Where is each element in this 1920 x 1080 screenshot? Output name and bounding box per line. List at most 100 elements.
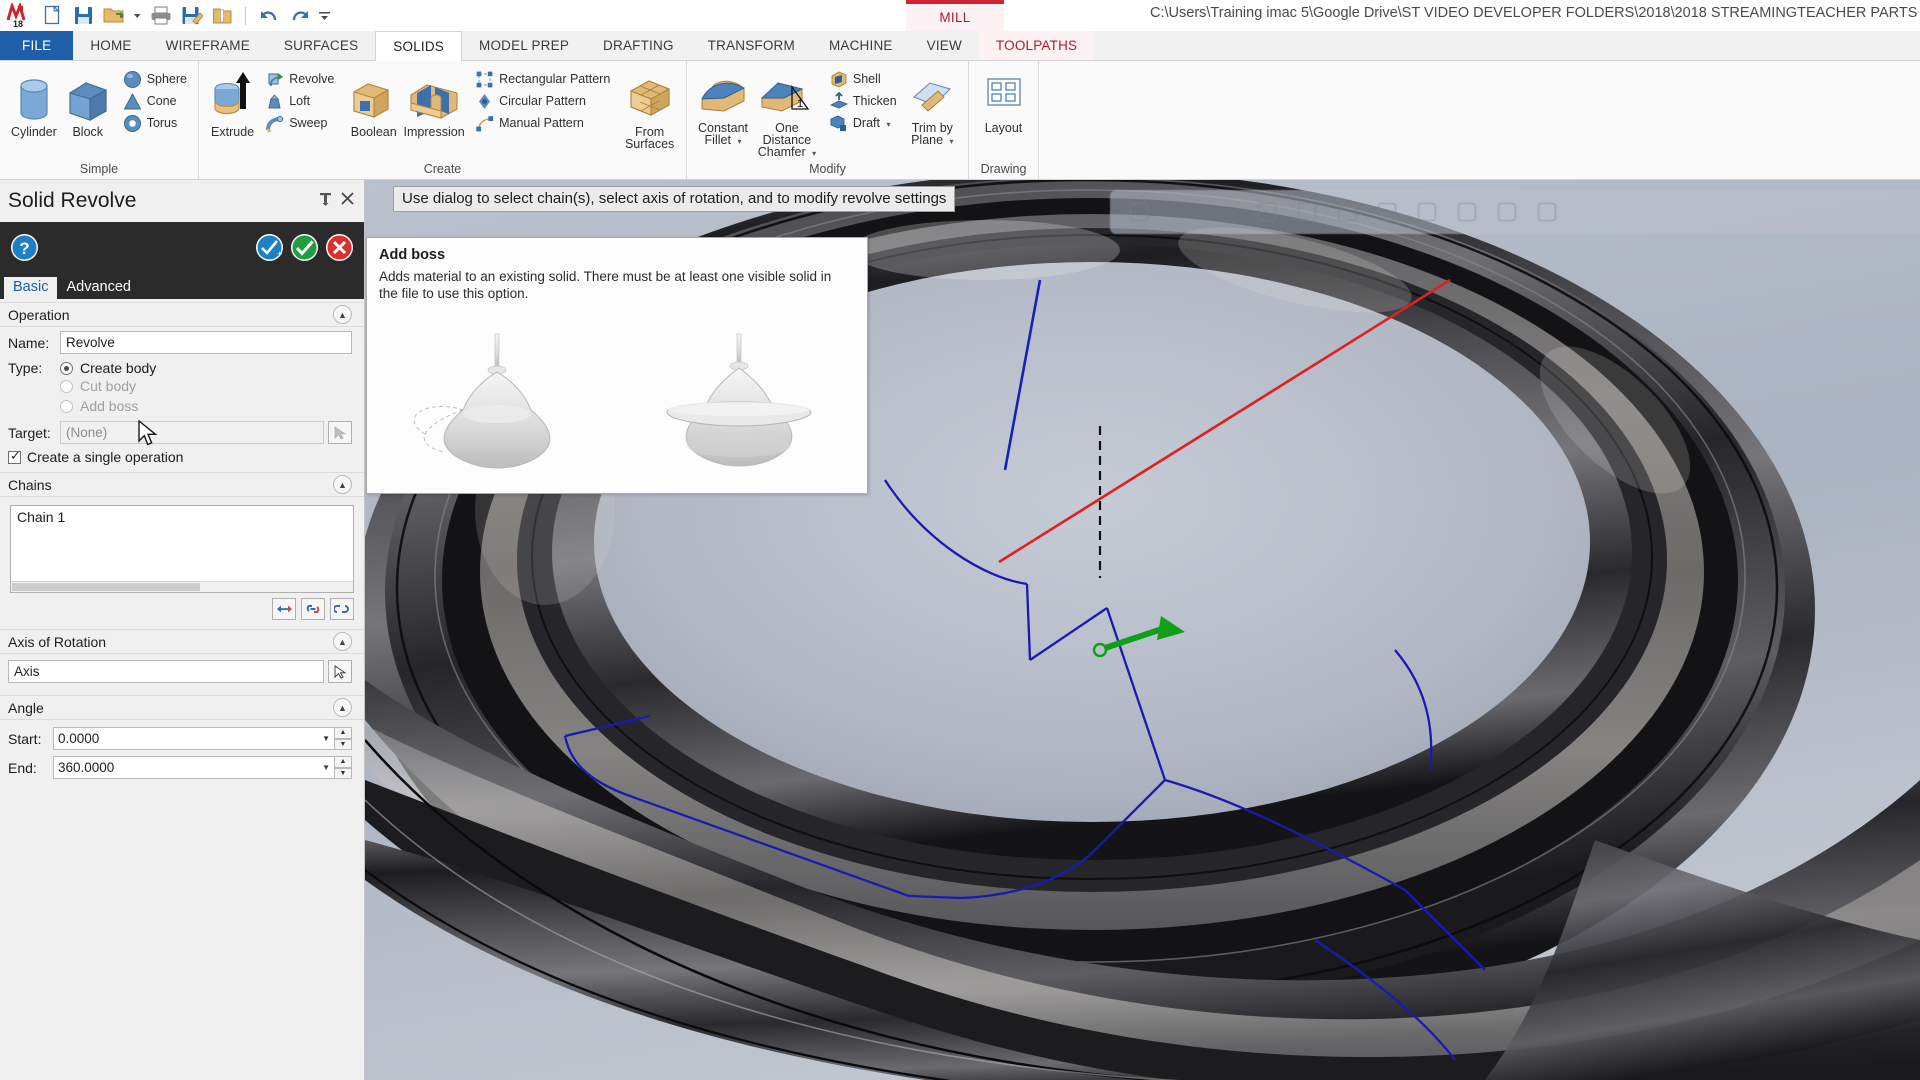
start-angle-input[interactable]: 0.0000 ▼	[53, 727, 335, 750]
select-target-button[interactable]	[328, 421, 352, 444]
target-input[interactable]: (None)	[60, 421, 324, 444]
chain-link-icon[interactable]	[301, 598, 325, 620]
tab-view[interactable]: VIEW	[910, 31, 979, 60]
tab-surfaces[interactable]: SURFACES	[267, 31, 375, 60]
radio-add-boss[interactable]	[60, 399, 73, 413]
trim-by-plane-button[interactable]: Trim by Plane ▾	[904, 66, 961, 148]
chamfer-dropdown-icon[interactable]: ▾	[812, 149, 816, 158]
start-angle-dropdown-icon[interactable]: ▼	[322, 734, 330, 743]
axis-input[interactable]: Axis	[8, 660, 324, 683]
sweep-button[interactable]: Sweep	[261, 112, 338, 134]
autocursor-quadrant-icon[interactable]	[1457, 203, 1476, 221]
select-axis-button[interactable]	[328, 660, 352, 683]
open-icon[interactable]	[101, 3, 128, 29]
redo-icon[interactable]	[286, 3, 313, 29]
constant-fillet-dropdown-icon[interactable]: ▾	[737, 137, 741, 146]
tab-file[interactable]: FILE	[0, 31, 74, 60]
start-angle-stepper[interactable]: ▲ ▼	[335, 727, 352, 750]
single-operation-row[interactable]: Create a single operation	[0, 444, 364, 469]
one-distance-chamfer-button[interactable]: 1 One Distance Chamfer ▾	[752, 66, 822, 160]
section-operation[interactable]: Operation ▲	[0, 302, 364, 327]
tab-advanced[interactable]: Advanced	[57, 277, 140, 299]
tab-wireframe[interactable]: WIREFRAME	[149, 31, 267, 60]
autocursor-endpoint-icon[interactable]	[1297, 203, 1316, 221]
open-dropdown-icon[interactable]	[132, 3, 143, 29]
autocursor-grid-icon[interactable]	[1130, 203, 1148, 221]
autocursor-settings-icon[interactable]	[1537, 203, 1556, 221]
type-option-add-boss[interactable]: Add boss	[0, 396, 364, 416]
single-operation-checkbox[interactable]	[8, 448, 21, 464]
tab-model-prep[interactable]: MODEL PREP	[462, 31, 586, 60]
type-option-cut-body[interactable]: Cut body	[0, 376, 364, 396]
layout-button[interactable]: Layout	[976, 66, 1031, 135]
new-icon[interactable]	[39, 3, 66, 29]
rectangular-pattern-button[interactable]: Rectangular Pattern	[471, 68, 614, 90]
tab-home[interactable]: HOME	[73, 31, 148, 60]
autocursor-intersect-icon[interactable]	[1417, 203, 1436, 221]
autocursor-center-icon[interactable]	[1377, 203, 1396, 221]
save-icon[interactable]	[70, 3, 97, 29]
zip2go-icon[interactable]	[209, 3, 236, 29]
autocursor-toolbar[interactable]: AutoCursor	[1110, 190, 1920, 234]
section-angle[interactable]: Angle ▲	[0, 695, 364, 720]
autocursor-nearest-icon[interactable]	[1497, 203, 1516, 221]
chains-listbox[interactable]: Chain 1	[10, 505, 354, 593]
print-icon[interactable]	[147, 3, 174, 29]
end-angle-step-down[interactable]: ▼	[335, 767, 352, 779]
boolean-button[interactable]: Boolean	[344, 66, 403, 139]
chevron-up-icon-angle[interactable]: ▲	[333, 698, 352, 717]
manual-pattern-button[interactable]: Manual Pattern	[471, 112, 614, 134]
help-icon[interactable]: ?	[10, 233, 39, 262]
cancel-icon[interactable]	[325, 233, 354, 262]
section-axis-of-rotation[interactable]: Axis of Rotation ▲	[0, 629, 364, 654]
end-angle-step-up[interactable]: ▲	[335, 756, 352, 768]
end-angle-input[interactable]: 360.0000 ▼	[53, 756, 335, 779]
impression-button[interactable]: Impression	[403, 66, 465, 139]
start-angle-step-down[interactable]: ▼	[335, 738, 352, 750]
torus-button[interactable]: Torus	[119, 112, 191, 134]
radio-create-body[interactable]	[60, 361, 73, 375]
customize-qat-icon[interactable]	[317, 3, 332, 29]
revolve-button[interactable]: Revolve	[261, 68, 338, 90]
sphere-button[interactable]: Sphere	[119, 68, 191, 90]
chevron-up-icon-chains[interactable]: ▲	[333, 475, 352, 494]
autocursor-snap-icon[interactable]	[1257, 203, 1276, 221]
circular-pattern-button[interactable]: Circular Pattern	[471, 90, 614, 112]
chains-horizontal-scrollbar[interactable]	[11, 581, 353, 592]
chevron-up-icon-axis[interactable]: ▲	[333, 632, 352, 651]
name-input[interactable]: Revolve	[60, 331, 352, 354]
ok-icon[interactable]	[290, 233, 319, 262]
undo-icon[interactable]	[255, 3, 282, 29]
draft-button[interactable]: Draft ▾	[825, 112, 901, 134]
end-angle-stepper[interactable]: ▲ ▼	[335, 756, 352, 779]
pin-icon[interactable]	[319, 192, 332, 210]
close-icon[interactable]	[341, 192, 354, 210]
machine-group-tab[interactable]: MILL	[906, 0, 1004, 31]
chain-edit-icon[interactable]	[330, 598, 354, 620]
trim-dropdown-icon[interactable]: ▾	[950, 137, 954, 146]
loft-button[interactable]: Loft	[261, 90, 338, 112]
list-item[interactable]: Chain 1	[11, 506, 353, 525]
autocursor-midpoint-icon[interactable]	[1337, 203, 1356, 221]
tab-drafting[interactable]: DRAFTING	[586, 31, 691, 60]
from-surfaces-button[interactable]: From Surfaces	[620, 66, 679, 150]
save-as-icon[interactable]	[178, 3, 205, 29]
block-button[interactable]: Block	[61, 66, 115, 139]
reverse-arrows-icon[interactable]	[272, 598, 296, 620]
cylinder-button[interactable]: Cylinder	[7, 66, 61, 139]
draft-dropdown-icon[interactable]: ▾	[886, 120, 890, 129]
cone-button[interactable]: Cone	[119, 90, 191, 112]
start-angle-step-up[interactable]: ▲	[335, 727, 352, 739]
section-chains[interactable]: Chains ▲	[0, 472, 364, 497]
shell-button[interactable]: Shell	[825, 68, 901, 90]
tab-basic[interactable]: Basic	[4, 277, 58, 299]
tab-toolpaths[interactable]: TOOLPATHS	[978, 31, 1095, 60]
apply-and-create-new-icon[interactable]: +	[255, 233, 284, 262]
chevron-up-icon[interactable]: ▲	[333, 305, 352, 324]
end-angle-dropdown-icon[interactable]: ▼	[322, 763, 330, 772]
tab-machine[interactable]: MACHINE	[812, 31, 910, 60]
constant-fillet-button[interactable]: Constant Fillet ▾	[694, 66, 752, 148]
radio-cut-body[interactable]	[60, 379, 73, 393]
tab-transform[interactable]: TRANSFORM	[691, 31, 812, 60]
tab-solids[interactable]: SOLIDS	[375, 31, 463, 61]
